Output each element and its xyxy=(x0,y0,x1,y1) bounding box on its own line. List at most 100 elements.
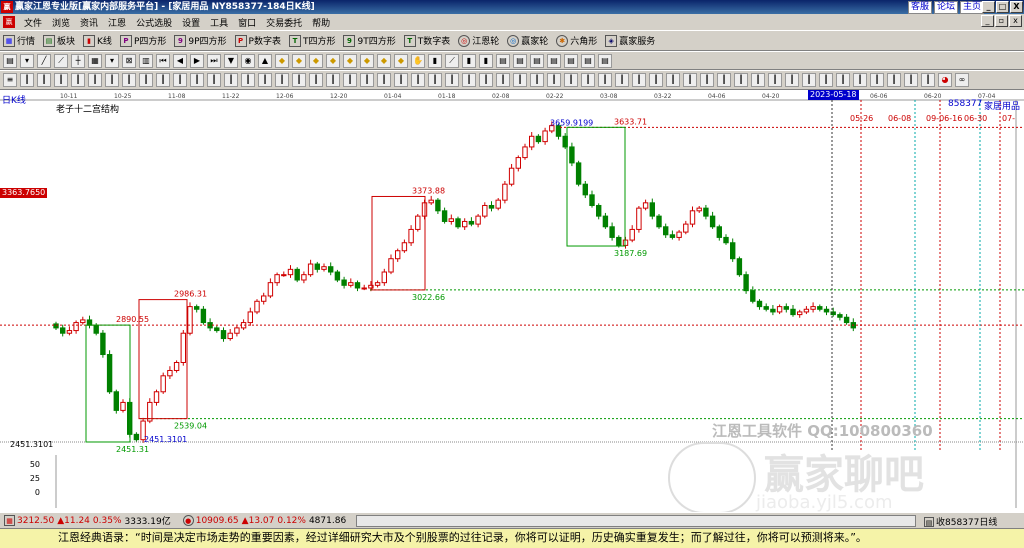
kline-icon[interactable]: ┃ xyxy=(547,73,561,87)
chart-icon[interactable]: ▮ xyxy=(479,53,493,68)
winner-service-button[interactable]: ◈ 赢家服务 xyxy=(605,34,655,47)
hand-icon[interactable]: ✋ xyxy=(411,53,425,68)
kline-icon[interactable]: ┃ xyxy=(836,73,850,87)
kline-icon[interactable]: ┃ xyxy=(785,73,799,87)
gann-square-icon[interactable]: ⊠ xyxy=(122,53,136,68)
menu-trade[interactable]: 交易委托 xyxy=(261,16,307,29)
kline-icon[interactable]: ┃ xyxy=(275,73,289,87)
zoom-dropdown-icon[interactable]: ▾ xyxy=(105,53,119,68)
menu-help[interactable]: 帮助 xyxy=(307,16,335,29)
kline-icon[interactable]: ┃ xyxy=(479,73,493,87)
kline-chart-area[interactable]: 10-11 10-25 11-08 11-22 12-06 12-20 01-04 01-18… xyxy=(0,90,1024,514)
minimize-button[interactable]: _ xyxy=(982,1,995,13)
kline-icon[interactable]: ┃ xyxy=(496,73,510,87)
close-button[interactable]: X xyxy=(1010,1,1023,13)
kline-icon[interactable]: ┃ xyxy=(649,73,663,87)
menu-file[interactable]: 文件 xyxy=(19,16,47,29)
diamond-icon[interactable]: ◆ xyxy=(326,53,340,68)
kline-icon[interactable]: ┃ xyxy=(700,73,714,87)
grid-tool-icon[interactable]: ▦ xyxy=(88,53,102,68)
hexagon-button[interactable]: ✱ 六角形 xyxy=(556,34,597,47)
diamond-icon[interactable]: ◆ xyxy=(394,53,408,68)
ray-tool-icon[interactable]: ⟋ xyxy=(54,53,68,68)
diamond-icon[interactable]: ◆ xyxy=(275,53,289,68)
kline-icon[interactable]: ┃ xyxy=(292,73,306,87)
kline-icon[interactable]: ┃ xyxy=(428,73,442,87)
fan-icon[interactable]: ◉ xyxy=(241,53,255,68)
menu-window[interactable]: 窗口 xyxy=(233,16,261,29)
diamond-icon[interactable]: ◆ xyxy=(292,53,306,68)
kline-icon[interactable]: ┃ xyxy=(615,73,629,87)
link-icon[interactable]: ∞ xyxy=(955,73,969,87)
p-square-button[interactable]: P P四方形 xyxy=(119,34,166,47)
kline-icon[interactable]: ┃ xyxy=(853,73,867,87)
kline-icon[interactable]: ┃ xyxy=(88,73,102,87)
menu-gann[interactable]: 江恩 xyxy=(103,16,131,29)
kline-icon[interactable]: ┃ xyxy=(734,73,748,87)
kline-icon[interactable]: ┃ xyxy=(343,73,357,87)
kline-icon[interactable]: ┃ xyxy=(887,73,901,87)
kline-icon[interactable]: ┃ xyxy=(326,73,340,87)
menu-settings[interactable]: 设置 xyxy=(177,16,205,29)
kline-icon[interactable]: ┃ xyxy=(921,73,935,87)
diamond-icon[interactable]: ◆ xyxy=(309,53,323,68)
t-square-button[interactable]: T T四方形 xyxy=(288,34,335,47)
kline-icon[interactable]: ┃ xyxy=(394,73,408,87)
table-icon[interactable]: ▥ xyxy=(139,53,153,68)
kline-icon[interactable]: ┃ xyxy=(802,73,816,87)
kline-icon[interactable]: ┃ xyxy=(683,73,697,87)
kline-icon[interactable]: ┃ xyxy=(20,73,34,87)
kline-icon[interactable]: ┃ xyxy=(717,73,731,87)
kline-icon[interactable]: ┃ xyxy=(309,73,323,87)
kline-icon[interactable]: ┃ xyxy=(751,73,765,87)
up-arrow-icon[interactable]: ▲ xyxy=(258,53,272,68)
indicator-icon[interactable]: ▤ xyxy=(530,53,544,68)
quote-button[interactable]: ▦ 行情 xyxy=(3,34,35,47)
forward-icon[interactable]: ▶ xyxy=(190,53,204,68)
kline-icon[interactable]: ┃ xyxy=(411,73,425,87)
back-icon[interactable]: ◀ xyxy=(173,53,187,68)
kline-icon[interactable]: ┃ xyxy=(173,73,187,87)
kline-icon[interactable]: ┃ xyxy=(564,73,578,87)
kline-icon[interactable]: ┃ xyxy=(530,73,544,87)
indicator-icon[interactable]: ▤ xyxy=(564,53,578,68)
menu-browse[interactable]: 浏览 xyxy=(47,16,75,29)
pie-icon[interactable]: ◕ xyxy=(938,73,952,87)
kline-icon[interactable]: ┃ xyxy=(71,73,85,87)
kline-icon[interactable]: ┃ xyxy=(122,73,136,87)
kline-icon[interactable]: ┃ xyxy=(904,73,918,87)
diamond-icon[interactable]: ◆ xyxy=(343,53,357,68)
indicator-icon[interactable]: ▤ xyxy=(581,53,595,68)
winner-wheel-button[interactable]: ◎ 赢家轮 xyxy=(507,34,548,47)
index2-quote[interactable]: ● 10909.65 ▲13.07 0.12% 4871.86 xyxy=(182,515,346,526)
indicator-icon[interactable]: ▤ xyxy=(547,53,561,68)
line-tool-icon[interactable]: ╱ xyxy=(37,53,51,68)
kline-icon[interactable]: ┃ xyxy=(632,73,646,87)
child-close-button[interactable]: x xyxy=(1009,15,1022,27)
maximize-button[interactable]: □ xyxy=(996,1,1009,13)
align-icon[interactable]: ≡ xyxy=(3,73,17,87)
kline-icon[interactable]: ┃ xyxy=(156,73,170,87)
diamond-icon[interactable]: ◆ xyxy=(360,53,374,68)
child-restore-button[interactable]: ▫ xyxy=(995,15,1008,27)
indicator-icon[interactable]: ▤ xyxy=(513,53,527,68)
sector-button[interactable]: ▤ 板块 xyxy=(43,34,75,47)
menu-tools[interactable]: 工具 xyxy=(205,16,233,29)
kline-button[interactable]: ▮ K线 xyxy=(83,34,112,47)
kline-icon[interactable]: ┃ xyxy=(581,73,595,87)
kline-icon[interactable]: ┃ xyxy=(224,73,238,87)
down-arrow-icon[interactable]: ▼ xyxy=(224,53,238,68)
gann-wheel-button[interactable]: ◎ 江恩轮 xyxy=(458,34,499,47)
kline-icon[interactable]: ┃ xyxy=(666,73,680,87)
crosshair-icon[interactable]: ┼ xyxy=(71,53,85,68)
indicator-icon[interactable]: ▤ xyxy=(496,53,510,68)
kline-icon[interactable]: ┃ xyxy=(139,73,153,87)
last-icon[interactable]: ⏭ xyxy=(207,53,221,68)
child-minimize-button[interactable]: _ xyxy=(981,15,994,27)
kline-icon[interactable]: ┃ xyxy=(360,73,374,87)
kline-icon[interactable]: ┃ xyxy=(819,73,833,87)
forum-link[interactable]: 论坛 xyxy=(934,1,959,14)
homepage-link[interactable]: 主页 xyxy=(960,1,985,14)
bars-icon[interactable]: ▮ xyxy=(428,53,442,68)
9t-square-button[interactable]: 9 9T四方形 xyxy=(343,34,396,47)
